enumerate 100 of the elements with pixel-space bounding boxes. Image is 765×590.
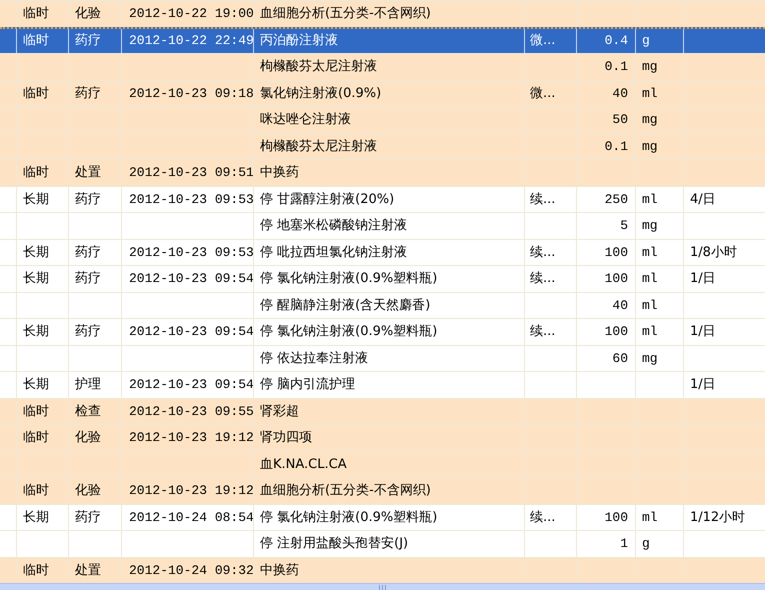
order-content-cell-text: 停 注射用盐酸头孢替安(J)	[260, 535, 408, 553]
order-row[interactable]: 长期 护理 2012-10-23 09:54 停 脑内引流护理 1/日	[0, 371, 765, 398]
order-row[interactable]: 停 醒脑静注射液(含天然麝香) 40 ml	[0, 292, 765, 318]
order-content-cell-text: 中换药	[260, 562, 299, 580]
order-row[interactable]: 停 地塞米松磷酸钠注射液 5 mg	[0, 212, 765, 238]
order-category-cell-text: 药疗	[75, 84, 101, 102]
order-term-cell-text: 临时	[23, 5, 49, 23]
order-content-cell-text: 氯化钠注射液(0.9%)	[260, 84, 382, 102]
order-content-cell-text: 停 脑内引流护理	[260, 376, 356, 394]
order-row[interactable]: 临时 处置 2012-10-23 09:51 中换药	[0, 159, 765, 186]
order-time-cell-text: 2012-10-24 08:54	[129, 508, 253, 526]
order-content-cell-text: 停 醒脑静注射液(含天然麝香)	[260, 296, 430, 314]
order-category-cell-text: 处置	[75, 164, 101, 182]
order-unit-cell-text: g	[642, 535, 650, 553]
order-row[interactable]: 血K.NA.CL.CA	[0, 450, 765, 477]
order-frequency-cell-text: 1/日	[690, 270, 716, 288]
order-row[interactable]: 临时 化验 2012-10-23 19:12 血细胞分析(五分类-不含网织)	[0, 477, 765, 504]
order-time-cell-text: 2012-10-23 09:53	[129, 190, 253, 208]
order-row[interactable]: 停 依达拉奉注射液 60 mg	[0, 344, 765, 371]
order-unit-cell-text: mg	[642, 58, 658, 76]
order-dose-cell-text: 100	[604, 508, 628, 526]
order-category-cell-text: 药疗	[75, 32, 101, 50]
order-category-cell-text: 药疗	[75, 190, 101, 208]
order-term-cell-text: 长期	[23, 323, 49, 341]
order-category-cell-text: 药疗	[75, 508, 101, 526]
order-dose-cell-text: 0.1	[604, 138, 628, 156]
order-content-cell-text: 肾彩超	[260, 402, 299, 420]
order-method-cell-text: 续...	[530, 270, 556, 288]
order-frequency-cell-text: 1/12小时	[690, 508, 746, 526]
order-unit-cell-text: ml	[642, 244, 658, 262]
order-content-cell-text: 血K.NA.CL.CA	[260, 456, 347, 474]
order-category-cell-text: 药疗	[75, 270, 101, 288]
order-term-cell-text: 长期	[23, 376, 49, 394]
order-frequency-cell-text: 4/日	[690, 190, 716, 208]
order-method-cell-text: 续...	[530, 323, 556, 341]
order-row[interactable]: 枸橼酸芬太尼注射液 0.1 mg	[0, 53, 765, 80]
order-time-cell-text: 2012-10-23 09:51	[129, 164, 253, 182]
order-row[interactable]: 临时 处置 2012-10-24 09:32 中换药	[0, 556, 765, 583]
order-method-cell-text: 续...	[530, 508, 556, 526]
order-frequency-cell-text: 1/日	[690, 376, 716, 394]
order-content-cell-text: 肾功四项	[260, 429, 312, 447]
order-row[interactable]: 临时 检查 2012-10-23 09:55 肾彩超	[0, 398, 765, 424]
order-unit-cell-text: ml	[642, 190, 658, 208]
order-row[interactable]: 长期 药疗 2012-10-24 08:54 停 氯化钠注射液(0.9%塑料瓶) 续... 100 ml 1/12小时	[0, 504, 765, 530]
order-category-cell-text: 化验	[75, 482, 101, 500]
order-row[interactable]: 长期 药疗 2012-10-23 09:54 停 氯化钠注射液(0.9%塑料瓶) 续... 100 ml 1/日	[0, 265, 765, 292]
order-row[interactable]: 长期 药疗 2012-10-23 09:54 停 氯化钠注射液(0.9%塑料瓶) 续... 100 ml 1/日	[0, 318, 765, 344]
order-time-cell-text: 2012-10-23 09:54	[129, 376, 253, 394]
order-content-cell-text: 停 吡拉西坦氯化钠注射液	[260, 244, 408, 262]
order-dose-cell-text: 5	[620, 217, 628, 235]
order-dose-cell-text: 250	[604, 190, 628, 208]
order-time-cell-text: 2012-10-23 09:53	[129, 244, 253, 262]
order-category-cell-text: 化验	[75, 429, 101, 447]
order-row[interactable]: 长期 药疗 2012-10-23 09:53 停 甘露醇注射液(20%) 续... 250 ml 4/日	[0, 186, 765, 212]
order-unit-cell-text: g	[642, 32, 650, 50]
order-row[interactable]: 临时 药疗 2012-10-22 22:49 丙泊酚注射液 微... 0.4 g	[0, 26, 765, 53]
order-time-cell-text: 2012-10-22 22:49	[129, 32, 253, 50]
order-dose-cell-text: 100	[604, 270, 628, 288]
order-content-cell-text: 血细胞分析(五分类-不含网织)	[260, 5, 431, 23]
order-dose-cell-text: 0.1	[604, 58, 628, 76]
order-content-cell-text: 丙泊酚注射液	[260, 32, 338, 50]
order-term-cell-text: 长期	[23, 244, 49, 262]
order-unit-cell-text: ml	[642, 270, 658, 288]
order-dose-cell-text: 1	[620, 535, 628, 553]
order-method-cell-text: 微...	[530, 84, 556, 102]
order-content-cell-text: 枸橼酸芬太尼注射液	[260, 138, 377, 156]
order-time-cell-text: 2012-10-23 09:18	[129, 84, 253, 102]
order-unit-cell-text: ml	[642, 508, 658, 526]
order-row[interactable]: 临时 化验 2012-10-23 19:12 肾功四项	[0, 424, 765, 450]
order-time-cell-text: 2012-10-23 09:55	[129, 402, 253, 420]
order-content-cell-text: 枸橼酸芬太尼注射液	[260, 58, 377, 76]
order-content-cell-text: 中换药	[260, 164, 299, 182]
order-dose-cell-text: 0.4	[604, 32, 628, 50]
order-category-cell-text: 护理	[75, 376, 101, 394]
order-category-cell-text: 处置	[75, 562, 101, 580]
order-content-cell-text: 停 氯化钠注射液(0.9%塑料瓶)	[260, 270, 438, 288]
order-unit-cell-text: mg	[642, 350, 658, 368]
order-row[interactable]: 停 注射用盐酸头孢替安(J) 1 g	[0, 530, 765, 556]
order-content-cell-text: 停 甘露醇注射液(20%)	[260, 190, 394, 208]
order-unit-cell-text: mg	[642, 138, 658, 156]
order-time-cell-text: 2012-10-22 19:00	[129, 5, 253, 23]
order-term-cell-text: 长期	[23, 190, 49, 208]
order-row[interactable]: 临时 化验 2012-10-22 19:00 血细胞分析(五分类-不含网织)	[0, 0, 765, 26]
order-row[interactable]: 临时 药疗 2012-10-23 09:18 氯化钠注射液(0.9%) 微... 40 ml	[0, 80, 765, 106]
order-row[interactable]: 枸橼酸芬太尼注射液 0.1 mg	[0, 132, 765, 159]
order-time-cell-text: 2012-10-23 09:54	[129, 323, 253, 341]
order-dose-cell-text: 40	[612, 84, 628, 102]
horizontal-scrollbar[interactable]	[0, 583, 765, 590]
order-term-cell-text: 长期	[23, 508, 49, 526]
order-row[interactable]: 咪达唑仑注射液 50 mg	[0, 106, 765, 132]
order-row[interactable]: 长期 药疗 2012-10-23 09:53 停 吡拉西坦氯化钠注射液 续... 100 ml 1/8小时	[0, 238, 765, 265]
grip-icon	[378, 585, 386, 590]
order-dose-cell-text: 100	[604, 323, 628, 341]
order-content-cell-text: 停 氯化钠注射液(0.9%塑料瓶)	[260, 508, 438, 526]
order-term-cell-text: 临时	[23, 402, 49, 420]
order-unit-cell-text: ml	[642, 296, 658, 314]
order-term-cell-text: 临时	[23, 32, 49, 50]
order-dose-cell-text: 60	[612, 350, 628, 368]
order-unit-cell-text: ml	[642, 323, 658, 341]
order-method-cell-text: 续...	[530, 190, 556, 208]
